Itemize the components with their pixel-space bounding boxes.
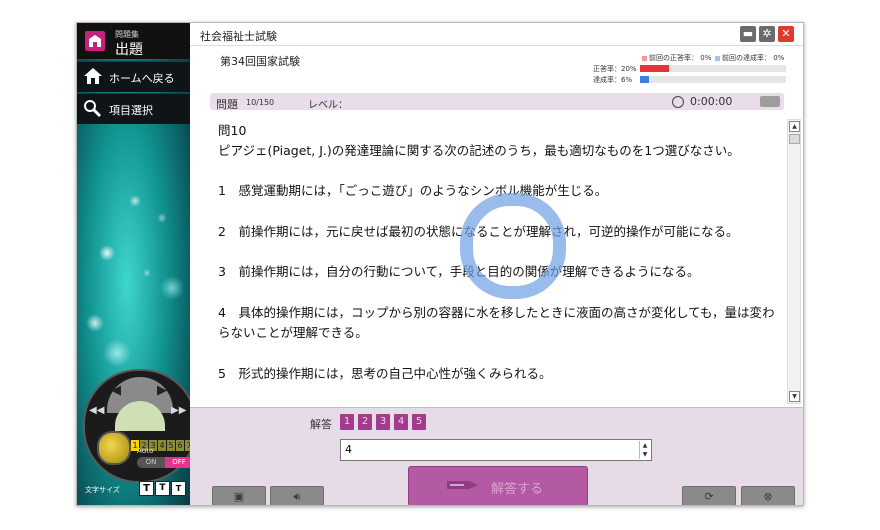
scroll-up-icon[interactable]: ▲ <box>789 121 800 132</box>
auto-off[interactable]: OFF <box>165 457 190 468</box>
folder-icon[interactable]: ▬ <box>740 26 756 42</box>
speed-option[interactable]: 4 <box>158 440 166 451</box>
legend-swatch <box>642 55 647 61</box>
cancel-button[interactable]: ⊗ <box>741 486 795 505</box>
submit-answer-button[interactable]: 解答する <box>408 466 588 505</box>
achieve-rate-label: 達成率：6% <box>593 76 633 84</box>
clock-icon <box>672 96 684 108</box>
answer-option-4[interactable]: 4 <box>394 414 408 430</box>
question-scrollbar[interactable]: ▲ ▼ <box>787 119 801 404</box>
submit-label: 解答する <box>491 482 544 497</box>
answer-option-3[interactable]: 3 <box>376 414 390 430</box>
font-size-medium-button[interactable]: T <box>155 481 170 496</box>
sidebar: 問題集 出題 ホームへ戻る 項目選択 ◀ ▶ ◀◀ ▶▶ 1234567 Aut… <box>77 23 190 505</box>
auto-label: Auto <box>137 447 154 455</box>
correct-rate-value: 20% <box>621 65 637 73</box>
item-select-icon <box>83 99 103 121</box>
window-title: 社会福祉士試験 <box>200 30 277 43</box>
main-area: 社会福祉士試験 ▬ ✲ ✕ 第34回国家試験 前回の正答率： 0% 前回の達成率… <box>190 23 803 505</box>
prev-correct-value: 0% <box>700 54 712 62</box>
gear-icon[interactable]: ✲ <box>759 26 775 42</box>
close-icon[interactable]: ✕ <box>778 26 794 42</box>
app-window: 問題集 出題 ホームへ戻る 項目選択 ◀ ▶ ◀◀ ▶▶ 1234567 Aut… <box>76 22 804 506</box>
answer-option-5[interactable]: 5 <box>412 414 426 430</box>
scroll-down-icon[interactable]: ▼ <box>789 391 800 402</box>
font-size-small-button[interactable]: T <box>171 481 186 496</box>
answer-value: 4 <box>345 443 352 456</box>
title-bar: 社会福祉士試験 ▬ ✲ ✕ <box>190 23 803 46</box>
achieve-rate-bar <box>640 76 786 83</box>
answer-option-2[interactable]: 2 <box>358 414 372 430</box>
prev-icon[interactable]: ◀ <box>111 383 121 398</box>
prev-achieve-value: 0% <box>773 54 785 62</box>
sidebar-item-label: 項目選択 <box>109 104 153 117</box>
answer-panel: 解答 1 2 3 4 5 4 ▲ ▼ 解答する ▣ 🔊︎ ⟳ ⊗ <box>190 407 803 505</box>
achieve-rate-value: 6% <box>621 76 633 84</box>
font-size-label: 文字サイズ <box>85 486 120 494</box>
home-icon <box>83 67 103 89</box>
sidebar-item-label: ホームへ戻る <box>109 72 175 85</box>
audio-button[interactable]: 🔊︎ <box>270 486 324 505</box>
auto-on[interactable]: ON <box>137 457 165 468</box>
timer: 0:00:00 <box>690 95 733 108</box>
book-logo-icon <box>85 31 105 51</box>
question-title: 問10 <box>218 123 247 138</box>
retry-button[interactable]: ⟳ <box>682 486 736 505</box>
correct-rate-bar <box>640 65 786 72</box>
choice-4: 4 具体的操作期には，コップから別の容器に水を移したときに液面の高さが変化しても… <box>218 305 775 340</box>
auto-toggle[interactable]: ON OFF <box>137 457 190 468</box>
memo-button[interactable]: ▣ <box>212 486 266 505</box>
question-stem: ピアジェ(Piaget, J.)の発達理論に関する次の記述のうち，最も適切なもの… <box>218 143 740 158</box>
logo-bar: 問題集 出題 <box>77 23 190 59</box>
question-count: 10/150 <box>246 98 275 107</box>
legend-swatch <box>715 55 720 61</box>
logo-title: 出題 <box>115 42 143 58</box>
font-size-large-button[interactable]: T <box>139 481 154 496</box>
achieve-rate-fill <box>640 76 649 83</box>
question-bar: 問題 10/150 レベル： 0:00:00 <box>210 93 784 111</box>
answer-input[interactable]: 4 ▲ ▼ <box>340 439 652 461</box>
correct-rate-fill <box>640 65 670 72</box>
answer-label: 解答 <box>310 418 332 431</box>
prev-correct-legend: 前回の正答率： 0% <box>642 53 711 63</box>
choice-5: 5 形式的操作期には，思考の自己中心性が強くみられる。 <box>218 366 552 381</box>
question-label: 問題 <box>216 98 238 111</box>
scroll-thumb[interactable] <box>789 134 800 144</box>
exam-name: 第34回国家試験 <box>220 55 300 68</box>
answer-option-1[interactable]: 1 <box>340 414 354 430</box>
loading-spinner-icon <box>460 193 566 299</box>
speed-option[interactable]: 6 <box>176 440 184 451</box>
prev-achieve-legend: 前回の達成率： 0% <box>715 53 784 63</box>
speaker-coin-icon[interactable] <box>97 431 131 465</box>
correct-rate-label: 正答率：20% <box>593 65 637 73</box>
speed-option[interactable]: 5 <box>167 440 175 451</box>
sidebar-item-home[interactable]: ホームへ戻る <box>77 61 190 92</box>
sidebar-item-select[interactable]: 項目選択 <box>77 93 190 124</box>
rewind-icon[interactable]: ◀◀ <box>89 405 104 416</box>
playback-dial: ◀ ▶ ◀◀ ▶▶ 1234567 Auto ON OFF <box>83 369 190 483</box>
fast-forward-icon[interactable]: ▶▶ <box>171 405 186 416</box>
level-label: レベル： <box>308 100 348 111</box>
answer-spinner[interactable]: ▲ ▼ <box>639 441 650 459</box>
next-icon[interactable]: ▶ <box>157 383 167 398</box>
speed-selector[interactable]: 1234567 <box>131 433 190 451</box>
window-mode-button[interactable] <box>760 96 780 107</box>
pencil-icon <box>447 481 478 489</box>
